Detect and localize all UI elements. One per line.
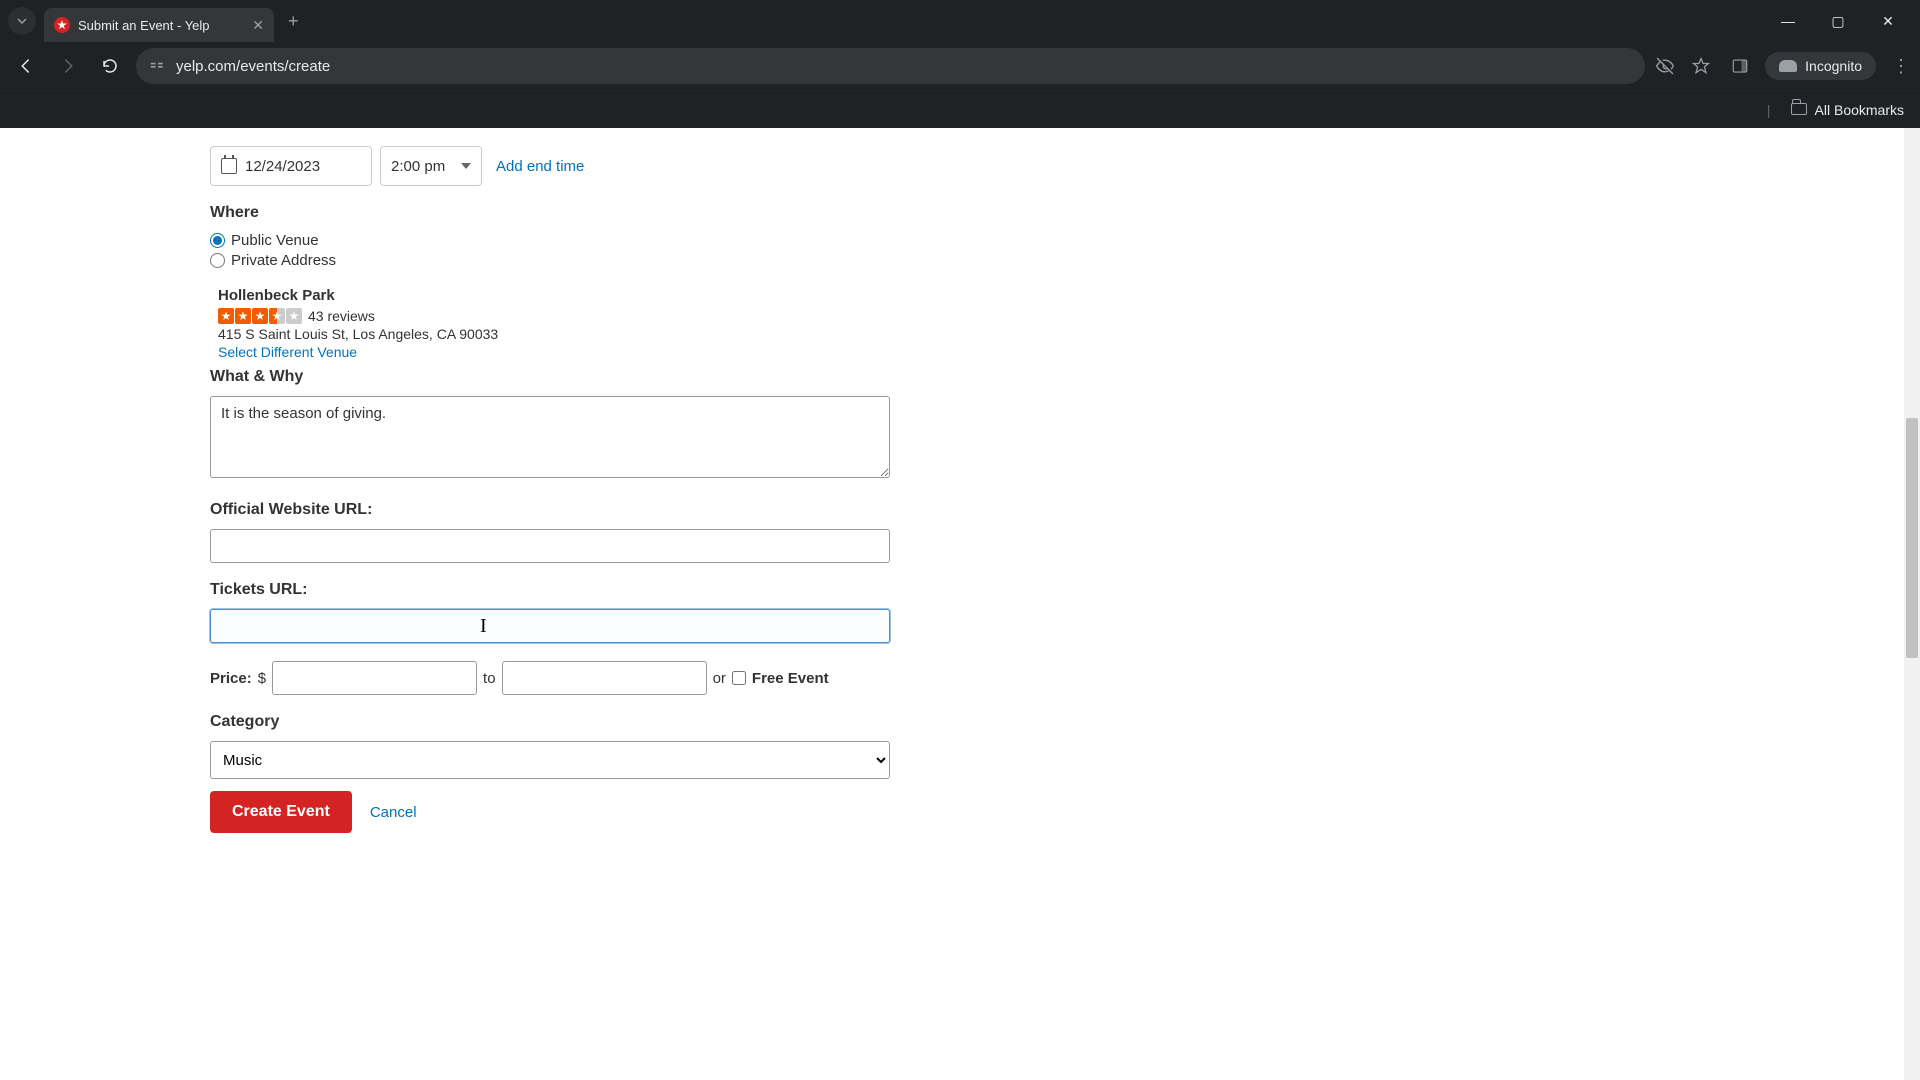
cancel-link[interactable]: Cancel <box>370 804 417 821</box>
minimize-button[interactable]: ― <box>1774 13 1802 30</box>
create-event-button[interactable]: Create Event <box>210 791 352 833</box>
close-window-button[interactable]: ✕ <box>1874 13 1902 30</box>
eye-off-icon[interactable] <box>1655 56 1675 76</box>
scrollbar-thumb[interactable] <box>1906 418 1918 658</box>
price-from-input[interactable] <box>272 661 477 695</box>
date-input[interactable]: 12/24/2023 <box>210 146 372 186</box>
site-info-icon[interactable] <box>150 59 166 73</box>
bookmark-star-icon[interactable] <box>1691 56 1711 76</box>
stars-icon <box>218 308 302 324</box>
tab-search-button[interactable] <box>8 7 36 35</box>
public-venue-option[interactable]: Public Venue <box>210 232 900 249</box>
tickets-label: Tickets URL: <box>210 581 900 599</box>
menu-button[interactable]: ⋮ <box>1892 56 1910 77</box>
datetime-row: 12/24/2023 2:00 pm Add end time <box>210 146 900 186</box>
back-button[interactable] <box>10 50 42 82</box>
url-text: yelp.com/events/create <box>176 58 330 75</box>
currency-symbol: $ <box>258 670 266 687</box>
website-section: Official Website URL: <box>210 501 900 563</box>
tab-bar: Submit an Event - Yelp ✕ + ― ▢ ✕ <box>0 0 1920 42</box>
page-viewport: 12/24/2023 2:00 pm Add end time Where Pu… <box>0 128 1920 1080</box>
price-to-input[interactable] <box>502 661 707 695</box>
forward-button[interactable] <box>52 50 84 82</box>
tab-title: Submit an Event - Yelp <box>78 18 240 33</box>
website-label: Official Website URL: <box>210 501 900 519</box>
event-form: 12/24/2023 2:00 pm Add end time Where Pu… <box>0 128 900 853</box>
chevron-down-icon <box>461 163 471 169</box>
date-value: 12/24/2023 <box>245 158 320 175</box>
where-label: Where <box>210 204 900 222</box>
private-address-label: Private Address <box>231 252 336 269</box>
url-field[interactable]: yelp.com/events/create <box>136 48 1645 84</box>
folder-icon <box>1791 103 1807 115</box>
category-select[interactable]: Music <box>210 741 890 779</box>
all-bookmarks-button[interactable]: All Bookmarks <box>1815 102 1904 118</box>
private-address-radio[interactable] <box>210 253 225 268</box>
maximize-button[interactable]: ▢ <box>1824 13 1852 30</box>
bookmarks-divider: | <box>1767 102 1771 118</box>
add-end-time-link[interactable]: Add end time <box>496 158 584 175</box>
tickets-input[interactable] <box>210 609 890 643</box>
toolbar-right: Incognito ⋮ <box>1655 52 1910 80</box>
select-different-venue-link[interactable]: Select Different Venue <box>218 344 357 360</box>
incognito-icon <box>1779 60 1797 72</box>
venue-card: Hollenbeck Park 43 reviews 415 S Saint L… <box>210 287 900 362</box>
close-tab-icon[interactable]: ✕ <box>252 17 264 34</box>
what-why-textarea[interactable]: It is the season of giving. <box>210 396 890 478</box>
calendar-icon <box>221 158 237 174</box>
window-controls: ― ▢ ✕ <box>1774 13 1912 30</box>
public-venue-radio[interactable] <box>210 233 225 248</box>
scrollbar-track[interactable] <box>1904 128 1920 1080</box>
category-section: Category Music <box>210 713 900 779</box>
private-address-option[interactable]: Private Address <box>210 252 900 269</box>
website-input[interactable] <box>210 529 890 563</box>
what-why-section: What & Why It is the season of giving. <box>210 368 900 483</box>
price-row: Price: $ to or Free Event <box>210 661 900 695</box>
time-value: 2:00 pm <box>391 158 445 175</box>
yelp-favicon <box>54 17 70 33</box>
tickets-section: Tickets URL: I <box>210 581 900 643</box>
free-event-checkbox[interactable] <box>732 671 746 685</box>
category-label: Category <box>210 713 900 731</box>
where-section: Where Public Venue Private Address Holle… <box>210 204 900 362</box>
bookmarks-bar: | All Bookmarks <box>0 90 1920 128</box>
venue-rating: 43 reviews <box>218 308 900 324</box>
venue-name: Hollenbeck Park <box>218 287 900 304</box>
venue-address: 415 S Saint Louis St, Los Angeles, CA 90… <box>218 326 900 342</box>
address-bar: yelp.com/events/create Incognito ⋮ <box>0 42 1920 90</box>
price-to-label: to <box>483 670 496 687</box>
time-select[interactable]: 2:00 pm <box>380 146 482 186</box>
public-venue-label: Public Venue <box>231 232 319 249</box>
form-actions: Create Event Cancel <box>210 791 900 833</box>
new-tab-button[interactable]: + <box>288 11 299 32</box>
browser-chrome: Submit an Event - Yelp ✕ + ― ▢ ✕ yelp.co… <box>0 0 1920 128</box>
side-panel-icon[interactable] <box>1731 57 1749 75</box>
free-event-label: Free Event <box>752 670 829 687</box>
incognito-label: Incognito <box>1805 58 1862 74</box>
reload-button[interactable] <box>94 50 126 82</box>
text-cursor-icon: I <box>480 615 487 638</box>
price-label: Price: <box>210 670 252 687</box>
price-or-label: or <box>713 670 726 687</box>
review-count: 43 reviews <box>308 308 375 324</box>
what-why-label: What & Why <box>210 368 900 386</box>
browser-tab[interactable]: Submit an Event - Yelp ✕ <box>44 8 274 42</box>
incognito-indicator[interactable]: Incognito <box>1765 52 1876 80</box>
